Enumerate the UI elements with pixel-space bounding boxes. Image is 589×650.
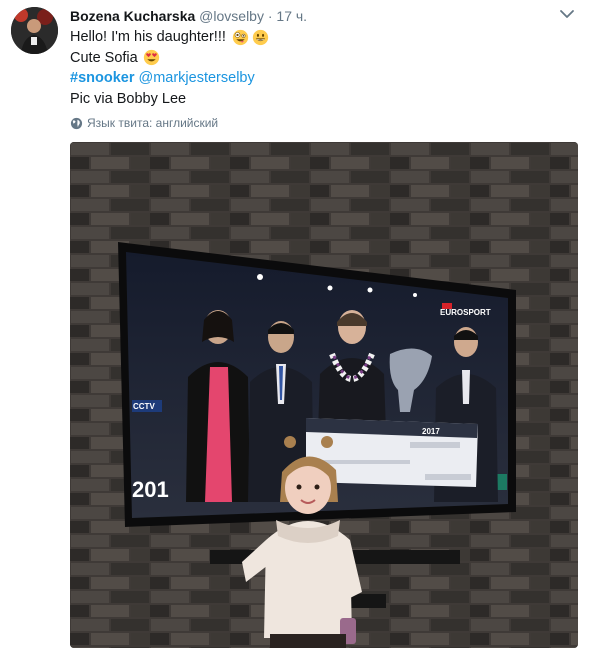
globe-icon	[70, 117, 83, 129]
mention-markjesterselby[interactable]: @markjesterselby	[138, 68, 254, 89]
tweet-line-2-text: Cute Sofia	[70, 49, 138, 66]
tweet-photo[interactable]: EUROSPORT CCTV 201 opp	[70, 142, 578, 648]
tweet-line-3: #snooker @markjesterselby	[70, 68, 570, 89]
tweet-language-label: Язык твита: английский	[87, 116, 219, 130]
separator-dot: ·	[267, 8, 273, 24]
hashtag-snooker[interactable]: #snooker	[70, 68, 134, 89]
heart-eyes-emoji	[143, 50, 159, 66]
photo-illustration: EUROSPORT CCTV 201 opp	[70, 142, 578, 648]
tweet-line-1: Hello! I'm his daughter!!!	[70, 27, 570, 48]
author-name[interactable]: Bozena Kucharska	[70, 8, 195, 24]
year-banner: 201	[132, 477, 169, 502]
timestamp[interactable]: 17 ч.	[276, 8, 307, 24]
tweet-line-2: Cute Sofia	[70, 48, 570, 69]
tweet-language[interactable]: Язык твита: английский	[70, 116, 218, 130]
author-handle[interactable]: @lovselby	[199, 8, 264, 24]
tweet-card: Bozena Kucharska @lovselby · 17 ч. Hello…	[0, 0, 589, 650]
tweet-line-4: Pic via Bobby Lee	[70, 89, 570, 110]
eurosport-logo: EUROSPORT	[440, 308, 491, 317]
tweet-header: Bozena Kucharska @lovselby · 17 ч.	[70, 7, 307, 25]
cctv-logo: CCTV	[133, 402, 155, 411]
chevron-down-icon[interactable]	[559, 8, 575, 20]
tweet-line-1-text: Hello! I'm his daughter!!!	[70, 29, 226, 45]
avatar[interactable]	[11, 7, 58, 54]
zany-face-emoji	[232, 29, 249, 45]
grinning-face-emoji	[252, 29, 269, 45]
tweet-text: Hello! I'm his daughter!!! Cute Sofia #s…	[70, 27, 570, 109]
event-year: 2017	[422, 427, 440, 436]
tweet-line-4-text: Pic via Bobby Lee	[70, 90, 187, 107]
